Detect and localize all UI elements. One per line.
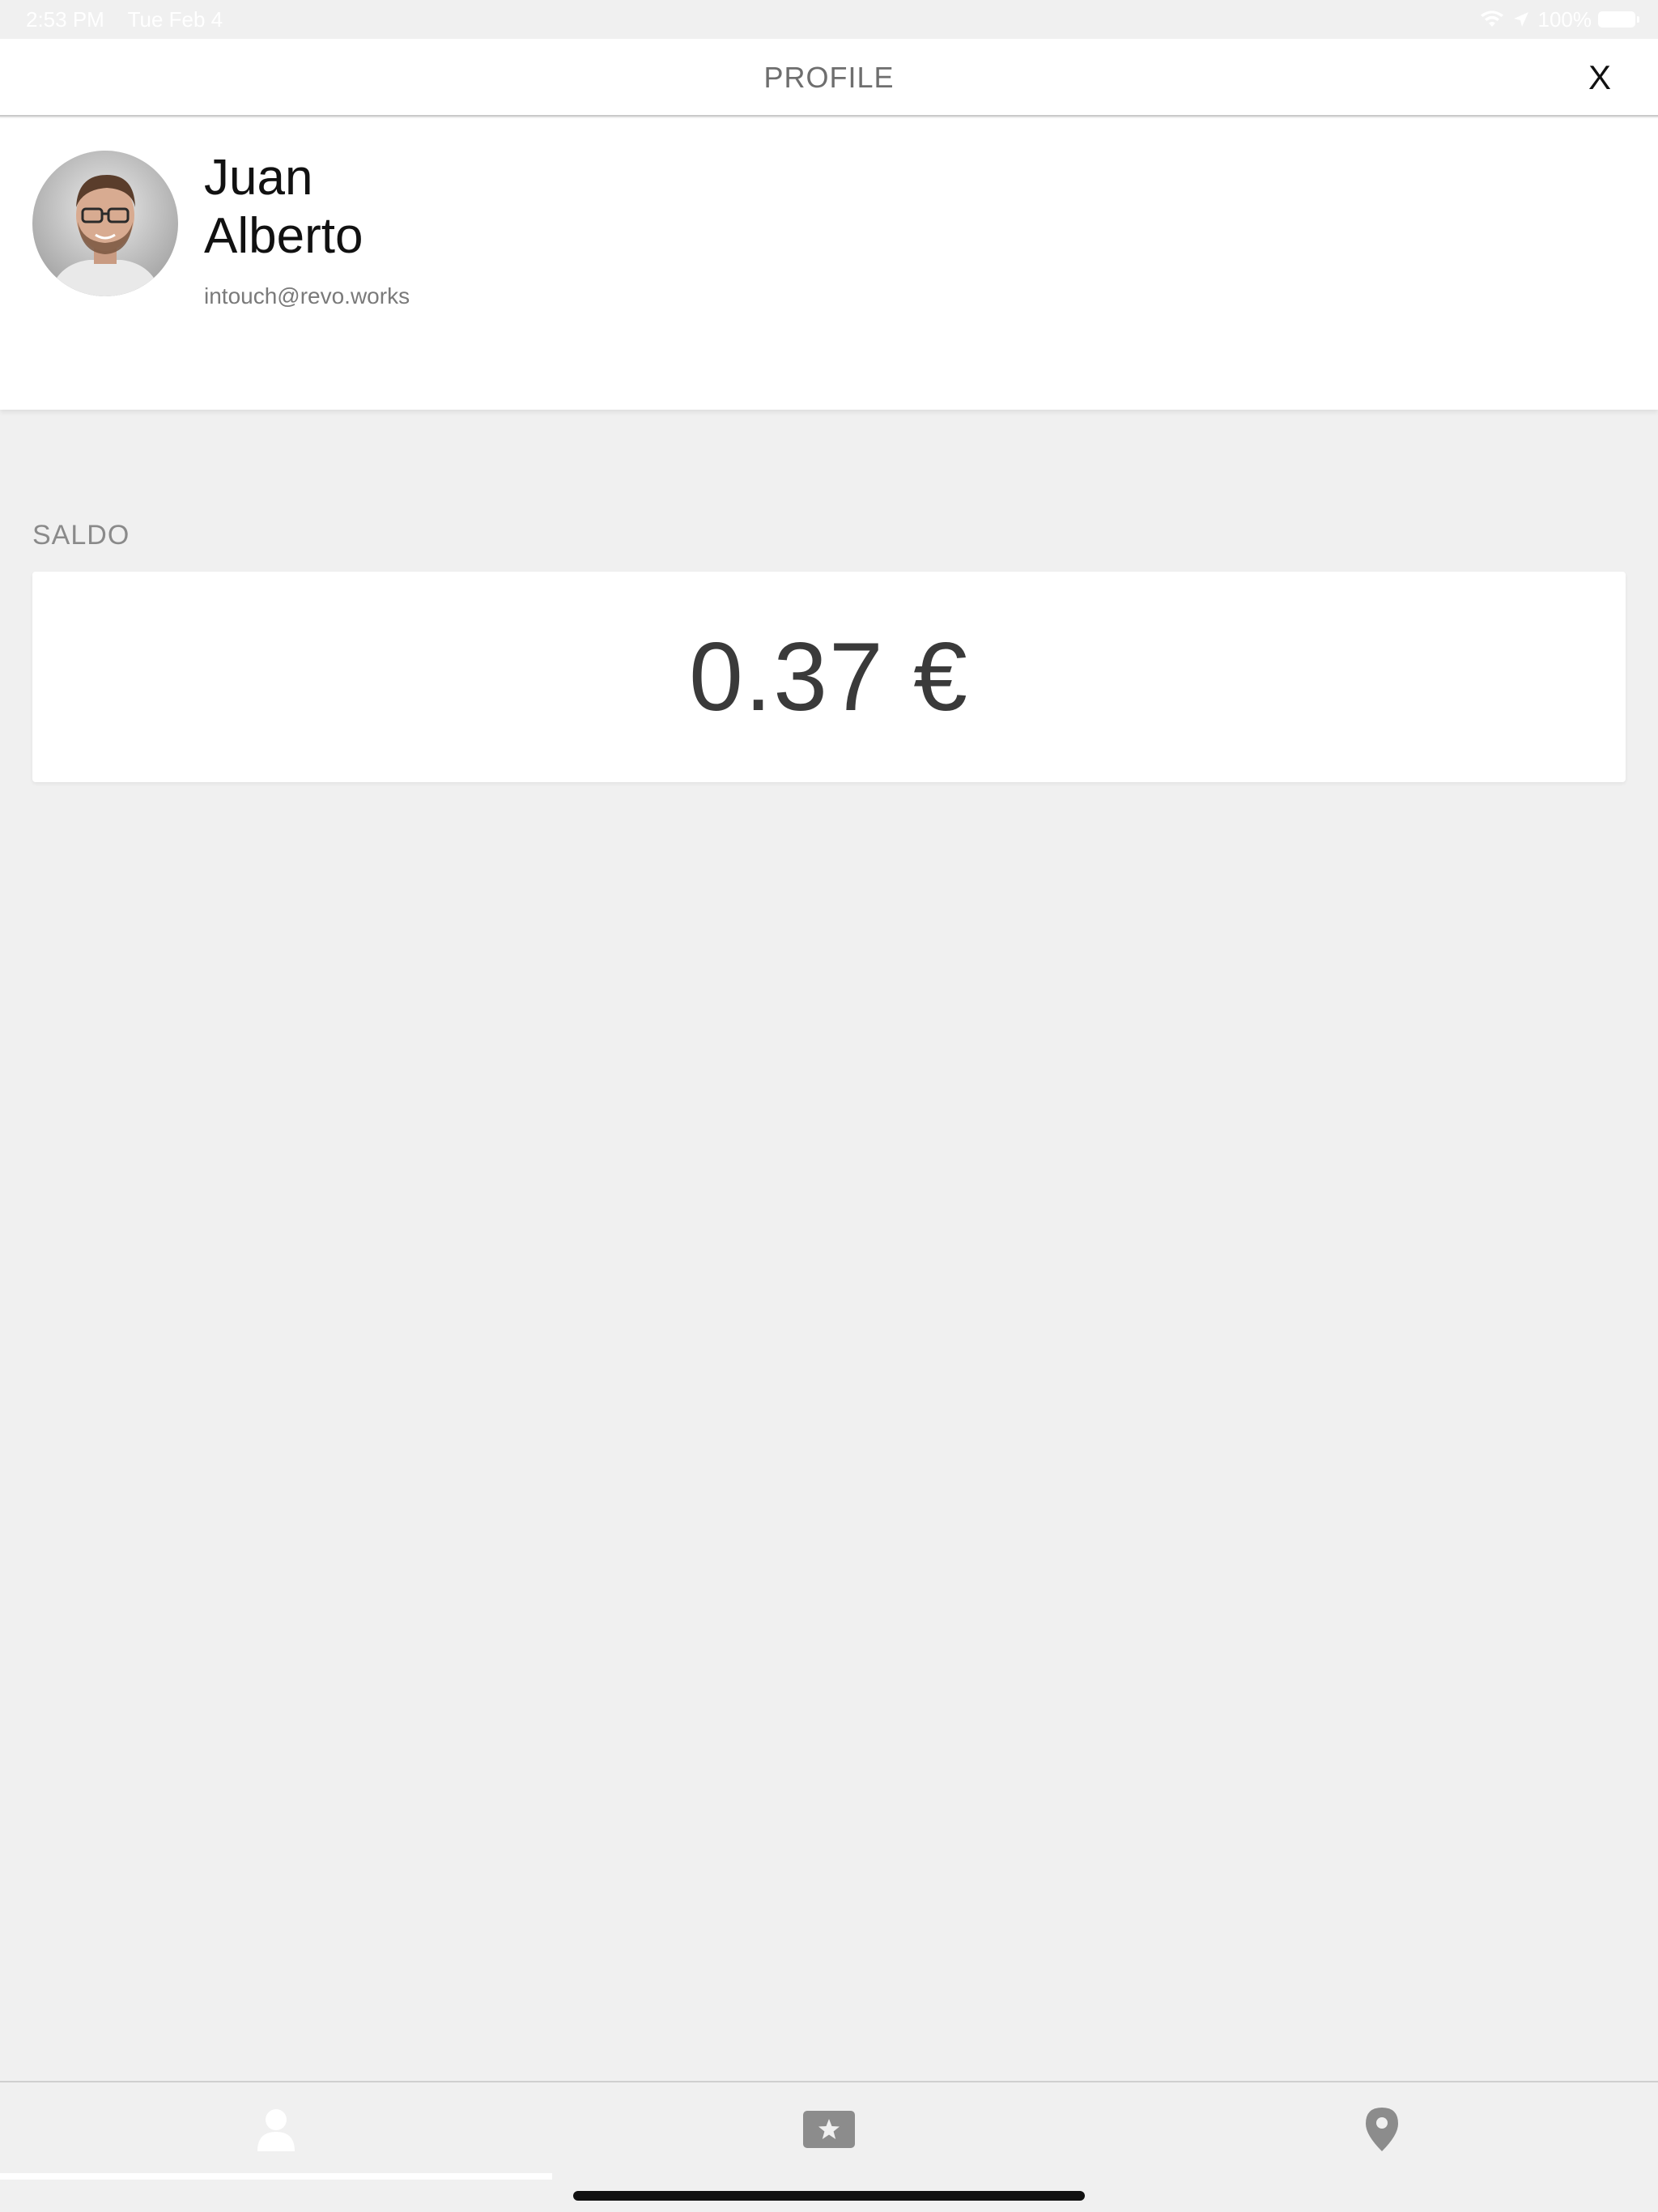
page-title: PROFILE <box>763 61 895 94</box>
profile-card: Juan Alberto intouch@revo.works <box>0 118 1658 410</box>
status-date: Tue Feb 4 <box>127 7 223 32</box>
active-tab-indicator <box>0 2173 552 2180</box>
balance-label: SALDO <box>32 520 130 551</box>
wifi-icon <box>1480 11 1504 28</box>
balance-card: 0.37 € <box>32 572 1626 782</box>
battery-icon <box>1598 11 1639 28</box>
tab-profile[interactable] <box>0 2082 552 2180</box>
map-pin-icon <box>1366 2107 1398 2155</box>
battery-percent: 100% <box>1537 7 1592 32</box>
tab-location[interactable] <box>1106 2082 1658 2180</box>
close-button[interactable]: X <box>1567 39 1632 117</box>
status-left: 2:53 PM Tue Feb 4 <box>26 0 240 39</box>
star-card-icon <box>803 2110 855 2152</box>
status-time: 2:53 PM <box>26 7 104 32</box>
location-arrow-icon <box>1512 11 1530 28</box>
tab-favorites[interactable] <box>553 2082 1105 2180</box>
profile-email: intouch@revo.works <box>204 283 410 308</box>
avatar[interactable] <box>32 151 178 296</box>
profile-first-name: Juan <box>204 150 313 206</box>
profile-last-name: Alberto <box>204 208 363 264</box>
balance-value: 0.37 € <box>689 623 969 731</box>
person-icon <box>256 2108 296 2155</box>
status-right: 100% <box>1472 0 1639 39</box>
nav-header: PROFILE X <box>0 39 1658 117</box>
status-bar: 2:53 PM Tue Feb 4 100% <box>0 0 1658 39</box>
home-indicator[interactable] <box>573 2191 1085 2201</box>
tab-bar <box>0 2081 1658 2212</box>
